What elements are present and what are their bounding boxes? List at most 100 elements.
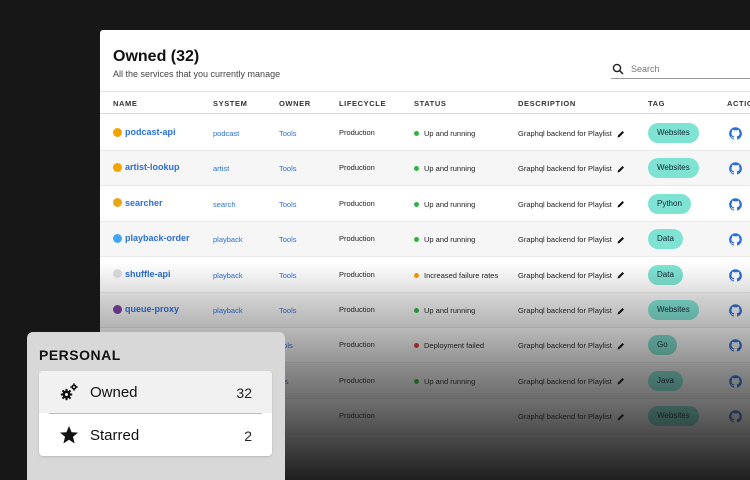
github-icon[interactable] [729, 127, 742, 140]
status-text: Up and running [424, 164, 476, 174]
description-cell: Graphql backend for Playlist [518, 341, 625, 350]
column-header-description[interactable]: DESCRIPTION [518, 99, 576, 108]
table-row[interactable]: artist-lookup artist Tools Production Up and… [100, 151, 750, 187]
service-name[interactable]: queue-proxy [125, 304, 179, 314]
description-text: Graphql backend for Playlist [518, 235, 612, 245]
tag-badge[interactable]: Java [648, 370, 683, 391]
column-header-system[interactable]: SYSTEM [213, 99, 247, 108]
page-title: Owned (32) [113, 48, 200, 65]
tag-badge[interactable]: Data [648, 229, 683, 250]
table-row[interactable]: queue-proxy playback Tools Production Up and… [100, 293, 750, 328]
description-cell: Graphql backend for Playlist [518, 306, 625, 315]
table-row[interactable]: podcast-api podcast Tools Production Up and … [100, 116, 750, 151]
column-header-name[interactable]: NAME [113, 99, 137, 108]
status-dot-icon [414, 308, 419, 313]
table-row[interactable]: playback-order playback Tools Production Up … [100, 222, 750, 258]
github-icon[interactable] [729, 339, 742, 353]
owner-link[interactable]: Tools [279, 129, 297, 138]
search-placeholder: Search [631, 64, 660, 74]
github-icon[interactable] [729, 162, 742, 176]
service-name-link[interactable]: podcast-api [113, 127, 176, 137]
github-icon[interactable] [729, 198, 742, 211]
description-text: Graphql backend for Playlist [518, 341, 612, 351]
edit-pencil-icon[interactable] [617, 307, 625, 315]
owner-link[interactable]: Tools [279, 164, 297, 173]
system-link[interactable]: playback [213, 235, 243, 244]
description-cell: Graphql backend for Playlist [518, 164, 625, 173]
search-input[interactable]: Search [611, 61, 750, 79]
tag-badge[interactable]: Websites [648, 123, 699, 143]
edit-pencil-icon[interactable] [617, 236, 625, 244]
service-name[interactable]: artist-lookup [125, 162, 180, 172]
service-name-link[interactable]: shuffle-api [113, 269, 171, 279]
system-link[interactable]: search [213, 200, 236, 209]
column-header-actions[interactable]: ACTIO [727, 99, 750, 108]
status-text: Up and running [424, 376, 476, 386]
status-dot-icon [414, 131, 419, 136]
status-cell: Up and running [414, 306, 475, 315]
lifecycle-value: Production [339, 269, 375, 279]
service-name[interactable]: playback-order [125, 233, 190, 243]
edit-pencil-icon[interactable] [617, 271, 625, 279]
service-name-link[interactable]: searcher [113, 198, 163, 208]
status-cell: Up and running [414, 164, 475, 173]
filter-owned[interactable]: Owned 32 [39, 371, 272, 413]
tag-badge[interactable]: Python [648, 193, 691, 214]
edit-pencil-icon[interactable] [617, 165, 625, 173]
lifecycle-value: Production [339, 375, 375, 385]
owner-link[interactable]: Tools [279, 306, 297, 315]
service-name-link[interactable]: artist-lookup [113, 162, 180, 172]
system-link[interactable]: playback [213, 306, 243, 315]
personal-filter-card: PERSONAL Owned 32 Starred 2 [27, 332, 285, 480]
description-cell: Graphql backend for Playlist [518, 377, 625, 386]
edit-pencil-icon[interactable] [617, 377, 625, 385]
column-header-lifecycle[interactable]: LIFECYCLE [339, 99, 386, 108]
edit-pencil-icon[interactable] [617, 413, 625, 421]
owner-link[interactable]: Tools [279, 200, 297, 209]
status-dot-icon [414, 272, 419, 278]
github-icon[interactable] [729, 268, 742, 282]
column-header-tag[interactable]: TAG [648, 99, 665, 108]
service-name[interactable]: shuffle-api [125, 269, 171, 279]
edit-pencil-icon[interactable] [617, 200, 625, 208]
github-icon[interactable] [729, 375, 742, 388]
status-cell: Increased failure rates [414, 271, 498, 280]
service-name[interactable]: podcast-api [125, 127, 176, 137]
service-logo-icon [113, 304, 122, 314]
tag-badge[interactable]: Websites [648, 406, 699, 427]
tag-badge[interactable]: Go [648, 335, 677, 356]
description-cell: Graphql backend for Playlist [518, 129, 625, 138]
tag-badge[interactable]: Websites [648, 300, 699, 320]
status-cell: Up and running [414, 200, 475, 209]
status-dot-icon [414, 237, 419, 243]
filter-starred-label: Starred [90, 427, 140, 444]
service-name[interactable]: searcher [125, 198, 163, 208]
column-header-owner[interactable]: OWNER [279, 99, 311, 108]
filter-starred[interactable]: Starred 2 [39, 414, 272, 456]
edit-pencil-icon[interactable] [617, 130, 625, 138]
edit-pencil-icon[interactable] [617, 342, 625, 350]
service-name-link[interactable]: playback-order [113, 233, 190, 243]
lifecycle-value: Production [339, 198, 375, 208]
table-row[interactable]: searcher search Tools Production Up and runn… [100, 187, 750, 222]
owner-link[interactable]: Tools [279, 235, 297, 244]
github-icon[interactable] [729, 233, 742, 246]
system-link[interactable]: podcast [213, 129, 239, 138]
tag-badge[interactable]: Websites [648, 158, 699, 179]
tag-badge[interactable]: Data [648, 264, 683, 285]
status-dot-icon [414, 378, 419, 384]
system-link[interactable]: artist [213, 164, 229, 173]
table-header: NAME SYSTEM OWNER LIFECYCLE STATUS DESCR… [100, 91, 750, 114]
description-text: Graphql backend for Playlist [518, 270, 612, 280]
github-icon[interactable] [729, 410, 742, 423]
table-row[interactable]: shuffle-api playback Tools Production Increa… [100, 258, 750, 293]
github-icon[interactable] [729, 304, 742, 317]
status-cell: Up and running [414, 129, 475, 138]
filter-starred-count: 2 [244, 428, 252, 444]
description-text: Graphql backend for Playlist [518, 306, 612, 315]
description-cell: Graphql backend for Playlist [518, 235, 625, 244]
column-header-status[interactable]: STATUS [414, 99, 447, 108]
owner-link[interactable]: Tools [279, 271, 297, 280]
service-name-link[interactable]: queue-proxy [113, 304, 179, 314]
system-link[interactable]: playback [213, 271, 243, 280]
